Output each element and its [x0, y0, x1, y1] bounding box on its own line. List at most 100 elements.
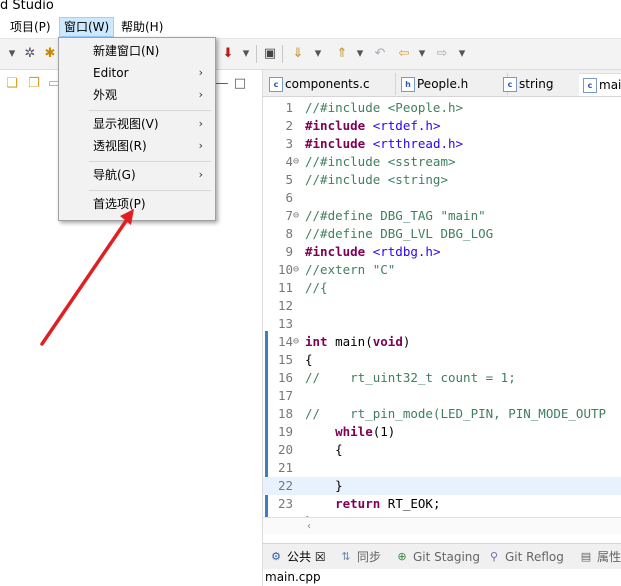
menu-bar: 项目(P) 窗口(W) 帮助(H) [0, 16, 621, 39]
code-text: //#define DBG_TAG "main" [305, 208, 486, 223]
fold-toggle-icon[interactable]: ⊖ [293, 333, 299, 351]
refresh-folder-icon[interactable]: ❐ [26, 76, 42, 92]
menu-item-appearance[interactable]: 外观 › [61, 84, 211, 106]
menu-help[interactable]: 帮助(H) [117, 18, 167, 36]
menu-item-show-view[interactable]: 显示视图(V) › [61, 113, 211, 135]
last-edit-location-icon[interactable]: ↶ [372, 46, 388, 62]
menu-item-new-window[interactable]: 新建窗口(N) [61, 40, 211, 62]
code-line[interactable]: 22 } [263, 477, 621, 495]
git-reflog-icon: ⚲ [489, 550, 499, 563]
dropdown-arrow-icon[interactable]: ▾ [310, 46, 326, 62]
menu-item-navigation[interactable]: 导航(G) › [61, 164, 211, 186]
code-line[interactable]: 7 ⊖ //#define DBG_TAG "main" [263, 207, 621, 225]
code-text: //extern "C" [305, 262, 396, 277]
menu-item-perspective[interactable]: 透视图(R) › [61, 135, 211, 157]
git-staging-icon: ⊕ [397, 550, 407, 563]
code-text: while(1) [335, 424, 396, 439]
dropdown-arrow-icon[interactable]: ▾ [414, 46, 430, 62]
line-number: 7 [285, 208, 293, 223]
fold-toggle-icon[interactable]: ⊖ [293, 153, 299, 171]
menu-project[interactable]: 项目(P) [6, 18, 55, 36]
code-line[interactable]: 12 [263, 297, 621, 315]
scroll-left-icon[interactable]: ‹ [307, 521, 311, 532]
code-line[interactable]: 15 { [263, 351, 621, 369]
cpp-file-icon: c [583, 78, 597, 93]
code-editor[interactable]: 1 //#include <People.h> 2 #include <rtdef.h… [263, 97, 621, 529]
code-line[interactable]: 1 //#include <People.h> [263, 99, 621, 117]
sync-icon: ⇅ [341, 550, 351, 563]
code-line[interactable]: 14 ⊖ int main(void) [263, 333, 621, 351]
horizontal-scrollbar[interactable]: ‹ [263, 517, 621, 534]
code-line[interactable]: 4 ⊖ //#include <sstream> [263, 153, 621, 171]
folder-icon[interactable]: ❏ [4, 76, 20, 92]
line-number: 17 [277, 388, 293, 403]
code-text: { [305, 442, 343, 457]
tab-git-staging[interactable]: ⊕ Git Staging [393, 548, 480, 566]
tab-sync[interactable]: ⇅ 同步 [337, 548, 381, 566]
code-line[interactable]: 10 ⊖ //extern "C" [263, 261, 621, 279]
tab-label: 属性 [597, 550, 621, 564]
fold-toggle-icon[interactable]: ⊖ [293, 207, 299, 225]
code-text: } [305, 478, 343, 493]
download-icon[interactable]: ⬇ [220, 46, 236, 62]
code-text: #include <rtthread.h> [305, 136, 464, 151]
code-line[interactable]: 3 #include <rtthread.h> [263, 135, 621, 153]
code-text: //#include <string> [305, 172, 448, 187]
code-line[interactable]: 19 while(1) [263, 423, 621, 441]
menu-window[interactable]: 窗口(W) [59, 17, 115, 37]
gear-icon[interactable]: ✲ [22, 46, 38, 62]
bug-icon[interactable]: ✱ [42, 46, 58, 62]
code-line[interactable]: 13 [263, 315, 621, 333]
code-line[interactable]: 20 { [263, 441, 621, 459]
fold-toggle-icon[interactable]: ⊖ [293, 261, 299, 279]
line-number: 18 [277, 406, 293, 421]
code-text: //#define DBG_LVL DBG_LOG [305, 226, 494, 241]
tab-main-cpp[interactable]: c mai [579, 73, 621, 96]
code-line[interactable]: 16 // rt_uint32_t count = 1; [263, 369, 621, 387]
line-number: 19 [277, 424, 293, 439]
forward-arrow-icon[interactable]: ⇨ [434, 46, 450, 62]
chevron-right-icon: › [198, 66, 203, 79]
c-file-icon: c [269, 77, 283, 92]
menu-item-label: Editor [93, 66, 129, 80]
code-line[interactable]: 5 //#include <string> [263, 171, 621, 189]
minimize-icon[interactable]: — [214, 76, 230, 92]
line-number: 8 [285, 226, 293, 241]
tab-label: string [519, 77, 554, 91]
maximize-icon[interactable]: □ [232, 76, 248, 92]
tab-components-c[interactable]: c components.c [265, 73, 396, 95]
line-number: 21 [277, 460, 293, 475]
dropdown-arrow-icon[interactable]: ▾ [4, 46, 20, 62]
menu-separator [89, 161, 211, 162]
code-line[interactable]: 23 return RT_EOK; [263, 495, 621, 513]
line-number: 23 [277, 496, 293, 511]
code-line[interactable]: 6 [263, 189, 621, 207]
code-line[interactable]: 9 #include <rtdbg.h> [263, 243, 621, 261]
line-number: 11 [277, 280, 293, 295]
code-line[interactable]: 18 // rt_pin_mode(LED_PIN, PIN_MODE_OUTP [263, 405, 621, 423]
tab-string[interactable]: c string [499, 73, 590, 95]
dropdown-arrow-icon[interactable]: ▾ [352, 46, 368, 62]
menu-item-label: 导航(G) [93, 168, 136, 182]
line-number: 14 [277, 334, 293, 349]
code-text: #include <rtdbg.h> [305, 244, 441, 259]
code-line[interactable]: 21 [263, 459, 621, 477]
dropdown-arrow-icon[interactable]: ▾ [238, 46, 254, 62]
menu-item-preferences[interactable]: 首选项(P) [61, 193, 211, 215]
menu-item-editor[interactable]: Editor › [61, 62, 211, 84]
tab-people-h[interactable]: h People.h [397, 73, 508, 95]
chevron-right-icon: › [198, 139, 203, 152]
dropdown-arrow-icon[interactable]: ▾ [454, 46, 470, 62]
code-line[interactable]: 17 [263, 387, 621, 405]
previous-annotation-icon[interactable]: ⇑ [334, 46, 350, 62]
tab-git-reflog[interactable]: ⚲ Git Reflog [485, 548, 564, 566]
code-line[interactable]: 2 #include <rtdef.h> [263, 117, 621, 135]
tab-properties[interactable]: ▤ 属性 [577, 548, 621, 566]
tab-console[interactable]: ⚙ 公共 ☒ [267, 548, 326, 566]
line-number: 16 [277, 370, 293, 385]
next-annotation-icon[interactable]: ⇓ [290, 46, 306, 62]
back-arrow-icon[interactable]: ⇦ [396, 46, 412, 62]
code-line[interactable]: 8 //#define DBG_LVL DBG_LOG [263, 225, 621, 243]
save-icon[interactable]: ▣ [262, 46, 278, 62]
code-line[interactable]: 11 //{ [263, 279, 621, 297]
